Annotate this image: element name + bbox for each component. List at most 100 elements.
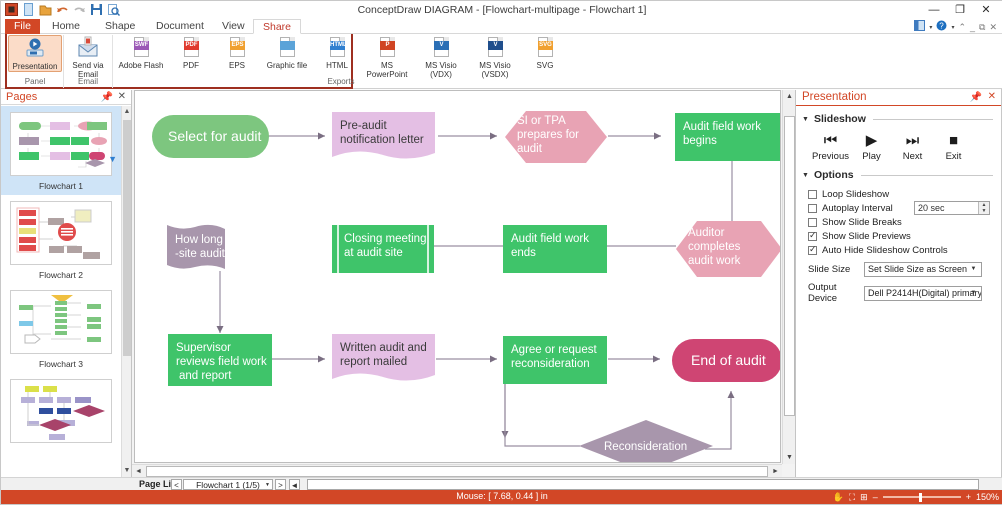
chevron-down-icon[interactable]: ▼ (967, 288, 980, 299)
page-prev-button[interactable]: < (171, 479, 182, 490)
close-icon[interactable]: ✕ (988, 91, 996, 102)
doc-restore-icon-small[interactable]: _ (970, 22, 975, 32)
node-how-long-does-onsite-audit-take[interactable]: How long does on -site audit take? (167, 224, 267, 269)
checkbox-box[interactable] (808, 203, 817, 213)
checkbox-box[interactable] (808, 244, 817, 255)
tab-shape[interactable]: Shape (96, 19, 144, 34)
presentation-button[interactable]: Presentation (8, 35, 62, 72)
html-button[interactable]: HTML HTML (314, 35, 360, 70)
pages-list[interactable]: ▼ Flowchart 1 Flowchart 2 Flowchart 3 (1, 106, 121, 477)
close-button[interactable]: ✕ (973, 2, 999, 18)
node-written-audit-and-report-mailed[interactable]: Written audit and report mailed (332, 334, 435, 381)
swf-button[interactable]: SWF Adobe Flash (114, 35, 168, 70)
node-select-for-audit[interactable]: Select for audit (152, 115, 269, 158)
canvas-horizontal-scrollbar[interactable]: ◄ ► (132, 464, 782, 477)
window-mode-icon[interactable] (914, 20, 926, 34)
horizontal-scroll-thumb[interactable] (146, 466, 768, 477)
slide-size-dropdown[interactable]: Set Slide Size as Screen ▼ (864, 262, 982, 277)
node-si-or-tpa-prepares-for-audit[interactable]: SI or TPA prepares for audit (505, 111, 607, 163)
powerpoint-button[interactable]: P MS PowerPoint (360, 35, 414, 79)
maximize-button[interactable]: ❐ (947, 2, 973, 18)
vertical-scroll-thumb[interactable] (784, 116, 795, 416)
checkbox-box[interactable] (808, 217, 817, 227)
checkbox-loop-slideshow[interactable]: Loop Slideshow (808, 187, 1001, 201)
skip-previous-icon: ⏮ (823, 132, 838, 149)
node-end-of-audit[interactable]: End of audit (672, 339, 781, 382)
fit-page-icon[interactable]: ⊞ (860, 492, 868, 503)
scroll-down-icon[interactable]: ▼ (122, 465, 132, 477)
svg-button[interactable]: SVG SVG (522, 35, 568, 70)
node-auditor-completes-audit-work[interactable]: Auditor completes audit work (676, 221, 781, 277)
graphic-file-button[interactable]: Graphic file (260, 35, 314, 70)
tab-view[interactable]: View (213, 19, 254, 34)
chevron-down-icon[interactable]: ▾ (929, 24, 932, 31)
close-icon[interactable]: ✕ (118, 91, 126, 102)
visio-vsdx-button[interactable]: V MS Visio (VSDX) (468, 35, 522, 79)
minimize-button[interactable]: — (921, 2, 947, 18)
diagram-sheet[interactable]: Select for audit Pre-audit notification … (134, 90, 781, 463)
checkbox-auto-hide-slideshow-controls[interactable]: Auto Hide Slideshow Controls (808, 243, 1001, 257)
pin-icon[interactable]: 📌 (970, 92, 982, 103)
doc-minimize-icon[interactable]: ⌃ (958, 22, 966, 33)
node-audit-field-work-ends[interactable]: Audit field work ends (503, 225, 607, 273)
output-device-dropdown[interactable]: Dell P2414H(Digital) primary (19 ▼ (864, 285, 982, 301)
tab-file[interactable]: File (5, 19, 40, 34)
canvas-vertical-scrollbar[interactable]: ▲ ▼ (782, 90, 795, 464)
doc-close-icon[interactable]: ✕ (989, 22, 997, 33)
tab-document[interactable]: Document (147, 19, 213, 34)
scroll-up-icon[interactable]: ▲ (122, 106, 132, 118)
checkbox-show-slide-breaks[interactable]: Show Slide Breaks (808, 215, 1001, 229)
collapse-triangle-icon-2[interactable]: ▼ (802, 172, 809, 179)
spinner-down-icon[interactable]: ▼ (978, 208, 989, 214)
zoom-slider-knob[interactable] (918, 493, 922, 502)
page-next-button[interactable]: > (275, 479, 286, 490)
node-agree-or-request-reconsideration[interactable]: Agree or request reconsideration (503, 336, 607, 384)
node-audit-field-work-begins[interactable]: Audit field work begins (675, 113, 780, 161)
autoplay-interval-field[interactable]: 20 sec ▲ ▼ (914, 201, 990, 215)
page-combo[interactable]: Flowchart 1 (1/5) ▼ (183, 479, 273, 490)
page-thumbnail-1[interactable]: ▼ Flowchart 1 (1, 106, 121, 195)
zoom-slider[interactable] (882, 490, 961, 504)
next-button[interactable]: ⏭ Next (892, 132, 933, 162)
visio-vdx-button[interactable]: V MS Visio (VDX) (414, 35, 468, 79)
tab-home[interactable]: Home (43, 19, 89, 34)
checkbox-show-slide-previews[interactable]: Show Slide Previews (808, 229, 1001, 243)
next-label: Next (902, 151, 923, 162)
pin-icon[interactable]: 📌 (101, 92, 113, 103)
checkbox-box[interactable] (808, 230, 817, 241)
section-slideshow[interactable]: ▼ Slideshow (802, 113, 1001, 125)
zoom-region-icon[interactable]: ⛶ (849, 492, 855, 503)
zoom-controls: ✋ ⛶ ⊞ – + 150% (833, 490, 999, 504)
page-last-button[interactable]: ◄ (289, 479, 300, 490)
pan-icon[interactable]: ✋ (833, 492, 844, 503)
node-supervisor-reviews-field-work[interactable]: Supervisor reviews field work and report (168, 334, 272, 386)
page-thumbnail-3[interactable]: Flowchart 3 (1, 284, 121, 373)
section-options[interactable]: ▼ Options (802, 169, 1001, 181)
page-thumbnail-2[interactable]: Flowchart 2 (1, 195, 121, 284)
tab-share[interactable]: Share (253, 19, 302, 34)
checkbox-box[interactable] (808, 189, 817, 199)
previous-button[interactable]: ⏮ Previous (810, 132, 851, 162)
pdf-button[interactable]: PDF PDF (168, 35, 214, 70)
collapse-triangle-icon[interactable]: ▼ (802, 116, 809, 123)
node-closing-meeting-at-audit-site[interactable]: Closing meeting at audit site (332, 225, 434, 273)
node-pre-audit-notification-letter[interactable]: Pre-audit notification letter (332, 112, 435, 159)
pages-scrollbar[interactable]: ▲ ▼ (121, 106, 131, 477)
doc-restore-icon[interactable]: ⧉ (979, 22, 985, 33)
chevron-down-icon-2[interactable]: ▾ (951, 24, 954, 31)
node-label-line2: notification letter (340, 134, 424, 146)
page-status-field[interactable] (307, 479, 979, 490)
help-icon[interactable]: ? (936, 20, 947, 34)
page-dropdown-icon[interactable]: ▼ (108, 154, 117, 164)
exit-button[interactable]: ■ Exit (933, 132, 974, 162)
checkbox-autoplay-interval[interactable]: Autoplay Interval 20 sec ▲ ▼ (808, 201, 1001, 215)
pages-scroll-thumb[interactable] (123, 120, 131, 356)
zoom-out-button[interactable]: – (873, 492, 878, 502)
node-reconsideration[interactable]: Reconsideration (579, 420, 713, 463)
zoom-in-button[interactable]: + (966, 492, 971, 502)
page-thumbnail-4[interactable] (1, 373, 121, 452)
play-button[interactable]: ▶ Play (851, 132, 892, 162)
eps-button[interactable]: EPS EPS (214, 35, 260, 70)
send-via-email-button[interactable]: Send via Email (65, 35, 111, 79)
chevron-down-icon[interactable]: ▼ (967, 264, 980, 275)
